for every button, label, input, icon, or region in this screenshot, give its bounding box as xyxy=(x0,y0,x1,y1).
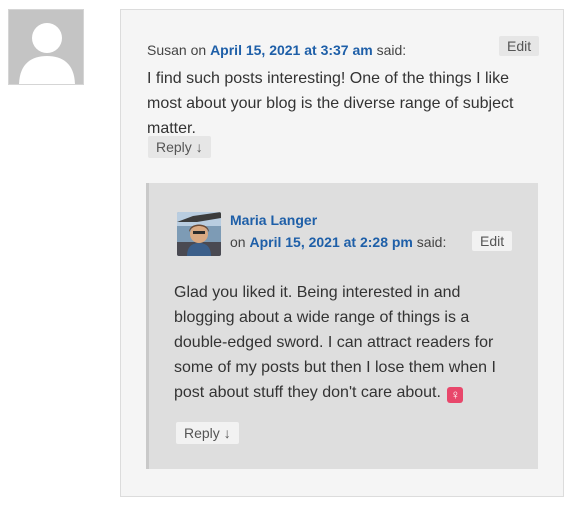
comment-thread: Susan on April 15, 2021 at 3:37 am said:… xyxy=(0,0,576,507)
child-comment-text: Glad you liked it. Being interested in a… xyxy=(174,284,496,401)
parent-on-word: on xyxy=(190,42,207,58)
reply-arrow-icon: ↓ xyxy=(223,425,231,441)
child-author-link[interactable]: Maria Langer xyxy=(230,212,317,228)
parent-edit-button[interactable]: Edit xyxy=(499,36,540,56)
parent-reply-button[interactable]: Reply ↓ xyxy=(148,136,211,158)
parent-date-link[interactable]: April 15, 2021 at 3:37 am xyxy=(210,42,373,58)
child-comment-meta: on April 15, 2021 at 2:28 pm said: xyxy=(230,234,446,250)
child-comment-text-block: Glad you liked it. Being interested in a… xyxy=(174,280,519,405)
user-photo-avatar-icon xyxy=(177,212,221,256)
child-date-link[interactable]: April 15, 2021 at 2:28 pm xyxy=(249,234,412,250)
reply-label: Reply xyxy=(156,139,192,155)
female-sign-emoji-icon: ♀ xyxy=(447,387,464,403)
parent-said-word: said: xyxy=(376,42,407,58)
default-avatar-icon xyxy=(8,9,84,85)
child-on-word: on xyxy=(230,234,246,250)
parent-comment-meta: Susan on April 15, 2021 at 3:37 am said: xyxy=(147,42,406,58)
reply-label: Reply xyxy=(184,425,220,441)
reply-arrow-icon: ↓ xyxy=(195,139,203,155)
child-said-word: said: xyxy=(416,234,447,250)
parent-comment-text: I find such posts interesting! One of th… xyxy=(147,70,514,137)
child-edit-button[interactable]: Edit xyxy=(472,231,513,251)
parent-author: Susan xyxy=(147,42,187,58)
child-reply-button[interactable]: Reply ↓ xyxy=(176,422,239,444)
